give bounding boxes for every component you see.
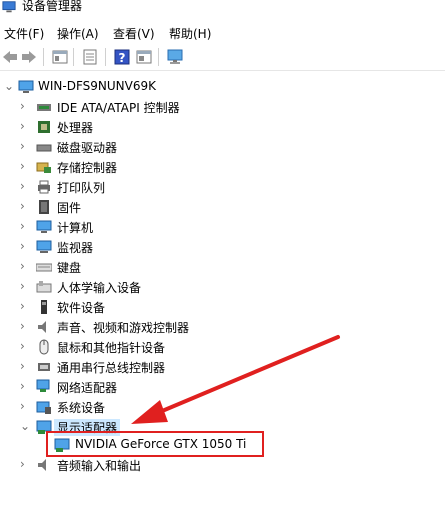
tree-item-disk[interactable]: › 磁盘驱动器 [0,137,445,157]
tree-item-label: 音频输入和输出 [57,459,142,473]
tree-item-firmware[interactable]: › 固件 [0,197,445,217]
title-bar: 设备管理器 [0,0,445,18]
tree-item-processor[interactable]: › 处理器 [0,117,445,137]
window-title: 设备管理器 [22,0,83,13]
tree-item-network[interactable]: › 网络适配器 [0,377,445,397]
menu-action[interactable]: 操作(A) [57,25,99,42]
tree-item-hid[interactable]: › 人体学输入设备 [0,277,445,297]
tree-item-label: 网络适配器 [57,381,118,395]
tree-item-label: IDE ATA/ATAPI 控制器 [57,101,180,115]
chevron-down-icon[interactable]: ⌄ [4,80,14,92]
storage-controller-icon [36,162,51,173]
tree-item-usb[interactable]: › 通用串行总线控制器 [0,357,445,377]
network-adapter-icon [36,379,50,392]
software-device-icon [41,300,47,314]
tree-item-audio-io[interactable]: › 音频输入和输出 [0,455,445,475]
hid-icon [36,281,52,293]
tree-item-label: 打印队列 [57,181,106,195]
chevron-right-icon[interactable]: › [20,140,30,152]
chevron-right-icon[interactable]: › [20,380,30,392]
audio-io-icon [38,459,46,471]
menu-help[interactable]: 帮助(H) [169,25,211,42]
chevron-right-icon[interactable]: › [20,180,30,192]
root-label: WIN-DFS9NUNV69K [38,79,156,93]
tree-item-monitor[interactable]: › 监视器 [0,237,445,257]
tree-item-mouse[interactable]: › 鼠标和其他指针设备 [0,337,445,357]
tree-item-label: 系统设备 [57,401,106,415]
tree-item-label: 通用串行总线控制器 [57,361,166,375]
forward-icon[interactable] [21,49,37,65]
toolbar: ? [0,44,445,71]
firmware-icon [39,200,49,214]
mouse-icon [39,339,49,355]
toolbar-separator [73,48,74,66]
menu-bar: 文件(F) 操作(A) 查看(V) 帮助(H) [0,22,445,44]
update-driver-icon[interactable] [82,49,98,65]
tree-item-system[interactable]: › 系统设备 [0,397,445,417]
tree-item-label: 固件 [57,201,82,215]
annotation-box [46,431,264,457]
disk-drive-icon [36,144,52,152]
usb-icon [38,363,50,371]
chevron-right-icon[interactable]: › [20,280,30,292]
properties-icon[interactable] [52,49,68,65]
view-icon[interactable] [136,49,152,65]
tree-item-audio[interactable]: › 声音、视频和游戏控制器 [0,317,445,337]
tree-item-label: 键盘 [57,261,82,275]
chevron-right-icon[interactable]: › [20,100,30,112]
chevron-right-icon[interactable]: › [20,340,30,352]
chevron-right-icon[interactable]: › [20,320,30,332]
tree-item-label: 磁盘驱动器 [57,141,118,155]
tree-item-printer[interactable]: › 打印队列 [0,177,445,197]
processor-icon [38,121,50,133]
tree-item-label: 鼠标和其他指针设备 [57,341,166,355]
menu-file[interactable]: 文件(F) [4,25,44,42]
toolbar-separator [105,48,106,66]
tree-item-ide[interactable]: › IDE ATA/ATAPI 控制器 [0,97,445,117]
monitor-scan-icon[interactable] [167,49,183,65]
back-icon[interactable] [2,49,18,65]
svg-text:?: ? [119,51,126,65]
ide-controller-icon [37,104,51,111]
tree-item-storage[interactable]: › 存储控制器 [0,157,445,177]
chevron-right-icon[interactable]: › [20,220,30,232]
tree-item-label: 存储控制器 [57,161,118,175]
tree-item-software[interactable]: › 软件设备 [0,297,445,317]
chevron-right-icon[interactable]: › [20,360,30,372]
tree-item-label: 计算机 [57,221,94,235]
chevron-down-icon[interactable]: ⌄ [20,420,30,432]
system-device-icon [36,401,51,414]
computer-icon [36,220,52,233]
keyboard-icon [36,263,52,272]
help-icon[interactable]: ? [114,49,130,65]
menu-view[interactable]: 查看(V) [113,25,155,42]
chevron-right-icon[interactable]: › [20,120,30,132]
tree-item-label: 监视器 [57,241,94,255]
chevron-right-icon[interactable]: › [20,458,30,470]
tree-item-label: 人体学输入设备 [57,281,142,295]
tree-item-computer[interactable]: › 计算机 [0,217,445,237]
device-manager-icon [2,1,16,13]
printer-icon [38,180,50,194]
toolbar-separator [158,48,159,66]
tree-item-label: 处理器 [57,121,94,135]
audio-icon [38,321,46,333]
tree-item-label: 软件设备 [57,301,106,315]
chevron-right-icon[interactable]: › [20,240,30,252]
chevron-right-icon[interactable]: › [20,300,30,312]
monitor-icon [36,240,52,253]
tree-root[interactable]: ⌄ WIN-DFS9NUNV69K [0,77,445,97]
computer-root-icon [18,80,34,93]
tree-item-keyboard[interactable]: › 键盘 [0,257,445,277]
chevron-right-icon[interactable]: › [20,200,30,212]
chevron-right-icon[interactable]: › [20,400,30,412]
chevron-right-icon[interactable]: › [20,260,30,272]
tree-item-label: 声音、视频和游戏控制器 [57,321,190,335]
chevron-right-icon[interactable]: › [20,160,30,172]
toolbar-separator [43,48,44,66]
